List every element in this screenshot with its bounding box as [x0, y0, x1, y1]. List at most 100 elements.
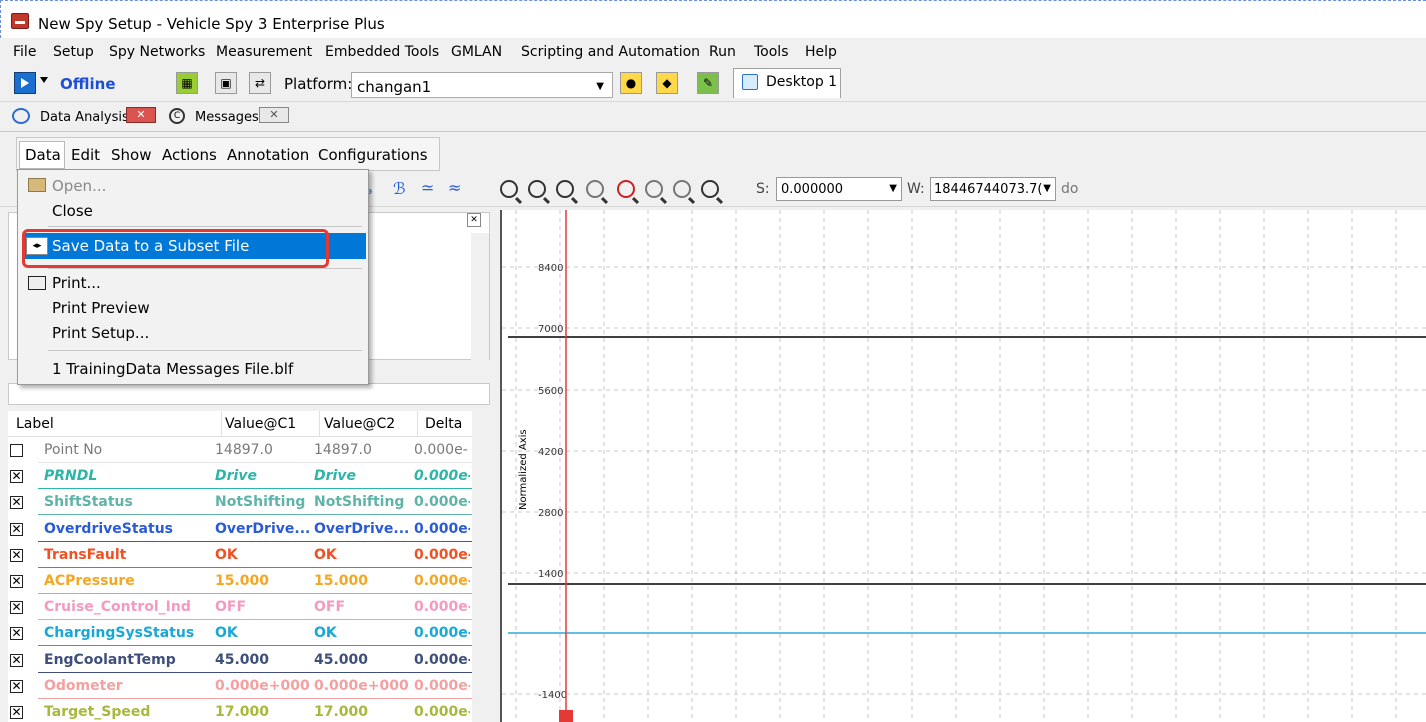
row-checkbox[interactable]: ✕: [10, 470, 23, 484]
menu-scripting-automation[interactable]: Scripting and Automation: [521, 44, 700, 60]
zoom-prev-icon[interactable]: [645, 180, 663, 198]
row-checkbox[interactable]: ✕: [10, 601, 23, 615]
row-value-c1: OverDrive...: [215, 520, 311, 537]
row-delta: 0.000e-: [414, 625, 470, 642]
menu-file[interactable]: File: [13, 44, 36, 60]
menu-edit[interactable]: Edit: [71, 146, 100, 164]
row-delta: 0.000e-: [414, 573, 470, 589]
zoom-next-icon[interactable]: [673, 180, 691, 198]
table-row[interactable]: ✕ ACPressure 15.000 15.000 0.000e-: [8, 568, 472, 594]
row-checkbox[interactable]: ✕: [10, 548, 23, 562]
table-row[interactable]: ✕ ChargingSysStatus OK OK 0.000e-: [8, 620, 472, 647]
menu-item-close[interactable]: Close: [52, 202, 93, 220]
menu-help[interactable]: Help: [805, 44, 837, 60]
table-row[interactable]: ✕ Cruise_Control_Ind OFF OFF 0.000e-: [8, 594, 472, 621]
zoom-out-icon[interactable]: [528, 180, 546, 198]
row-delta: 0.000e-: [414, 704, 470, 720]
col-value-c1[interactable]: Value@C1: [225, 416, 296, 432]
table-row[interactable]: ✕ Odometer 0.000e+000 0.000e+000 0.000e-: [8, 673, 472, 699]
swap-icon[interactable]: ≃: [421, 178, 434, 197]
zoom-in-icon[interactable]: [556, 180, 574, 198]
menu-show[interactable]: Show: [111, 146, 151, 164]
row-value-c2: 17.000: [314, 704, 369, 720]
signal-table: Point No 14897.0 14897.0 0.000e- ✕ PRNDL Drive…: [8, 437, 472, 722]
row-delta: 0.000e-: [414, 651, 470, 668]
zoom-fit-icon[interactable]: [617, 180, 635, 198]
row-checkbox[interactable]: ✕: [10, 522, 23, 536]
menu-configurations[interactable]: Configurations: [318, 146, 428, 164]
table-row[interactable]: ✕ PRNDL Drive Drive 0.000e-: [8, 463, 472, 490]
row-value-c2: 15.000: [314, 573, 369, 589]
menu-gmlan[interactable]: GMLAN: [451, 44, 502, 60]
col-delta[interactable]: Delta: [425, 416, 462, 432]
menu-item-print[interactable]: Print...: [52, 274, 101, 292]
zoom-box-icon[interactable]: [586, 180, 604, 198]
row-label: ShiftStatus: [44, 494, 133, 511]
database-icon[interactable]: ●: [620, 72, 642, 94]
scrollbar[interactable]: [471, 233, 489, 361]
menu-spy-networks[interactable]: Spy Networks: [109, 44, 205, 60]
y-tick-label: 4200: [538, 447, 563, 458]
menu-item-open[interactable]: Open...: [52, 177, 106, 195]
menu-run[interactable]: Run: [709, 44, 736, 60]
menu-actions[interactable]: Actions: [162, 146, 217, 164]
platform-icon[interactable]: ⇄: [249, 72, 271, 94]
zoom-reset-icon[interactable]: [701, 180, 719, 198]
menu-tools[interactable]: Tools: [754, 44, 789, 60]
menu-annotation[interactable]: Annotation: [227, 146, 309, 164]
table-row[interactable]: Point No 14897.0 14897.0 0.000e-: [8, 437, 472, 463]
txt-export-icon[interactable]: ≈: [448, 178, 461, 197]
tab-messages[interactable]: Messages: [195, 106, 259, 130]
close-icon[interactable]: ✕: [467, 213, 481, 227]
row-label: PRNDL: [44, 468, 98, 485]
menu-item-recent-file[interactable]: 1 TrainingData Messages File.blf: [52, 360, 293, 378]
row-delta: 0.000e-: [414, 494, 470, 511]
col-label[interactable]: Label: [16, 416, 54, 432]
messages-icon: C: [169, 108, 185, 124]
row-checkbox[interactable]: ✕: [10, 653, 23, 667]
table-row[interactable]: ✕ OverdriveStatus OverDrive... OverDrive...…: [8, 516, 472, 542]
y-tick-label: 1400: [538, 569, 563, 580]
menu-data[interactable]: Data: [19, 141, 65, 169]
play-icon[interactable]: [14, 72, 36, 94]
wrench-icon[interactable]: ✎: [697, 72, 719, 94]
zoom-icon[interactable]: [500, 180, 518, 198]
table-row[interactable]: ✕ Target_Speed 17.000 17.000 0.000e-: [8, 699, 472, 722]
menu-measurement[interactable]: Measurement: [216, 44, 312, 60]
close-icon[interactable]: ✕: [126, 107, 156, 123]
table-row[interactable]: ✕ EngCoolantTemp 45.000 45.000 0.000e-: [8, 647, 472, 673]
row-checkbox[interactable]: ✕: [10, 627, 23, 641]
table-scrollbar[interactable]: [472, 411, 490, 722]
row-value-c1: OFF: [215, 599, 247, 616]
close-icon[interactable]: ✕: [259, 107, 289, 123]
tab-desktop-1[interactable]: Desktop 1: [733, 68, 841, 98]
table-row[interactable]: ✕ ShiftStatus NotShifting NotShifting 0.000e…: [8, 489, 472, 516]
menu-item-print-preview[interactable]: Print Preview: [52, 299, 150, 317]
chevron-down-icon[interactable]: [40, 77, 48, 83]
menu-item-print-setup[interactable]: Print Setup...: [52, 324, 149, 342]
txt-icon[interactable]: ℬ: [393, 179, 406, 198]
w-field[interactable]: 18446744073.7( ▼: [930, 177, 1056, 201]
row-label: OverdriveStatus: [44, 520, 173, 537]
row-checkbox[interactable]: ✕: [10, 575, 23, 588]
menu-embedded-tools[interactable]: Embedded Tools: [325, 44, 439, 60]
tab-data-analysis[interactable]: Data Analysis: [40, 106, 129, 130]
col-value-c2[interactable]: Value@C2: [324, 416, 395, 432]
row-checkbox[interactable]: ✕: [10, 496, 23, 510]
multi-database-icon[interactable]: ◆: [656, 72, 678, 94]
s-label: S:: [756, 181, 770, 197]
save-icon[interactable]: ▣: [215, 72, 237, 94]
filter-bar[interactable]: [8, 383, 490, 405]
y-tick-label: -1400: [538, 690, 567, 701]
table-row[interactable]: ✕ TransFault OK OK 0.000e-: [8, 542, 472, 568]
platform-select[interactable]: changan1 ▼: [351, 72, 613, 98]
row-value-c1: 0.000e+000: [215, 677, 310, 694]
s-field[interactable]: 0.000000 ▼: [776, 177, 902, 201]
hardware-icon[interactable]: ▦: [176, 72, 198, 94]
chart-svg[interactable]: 8400 7000 5600 4200 2800 1400 -1400 Normalized …: [502, 210, 1426, 722]
row-checkbox[interactable]: ✕: [10, 679, 23, 693]
title-bar: New Spy Setup - Vehicle Spy 3 Enterprise…: [0, 0, 1426, 38]
row-checkbox[interactable]: [10, 444, 23, 457]
row-checkbox[interactable]: ✕: [10, 706, 23, 719]
menu-setup[interactable]: Setup: [53, 44, 94, 60]
